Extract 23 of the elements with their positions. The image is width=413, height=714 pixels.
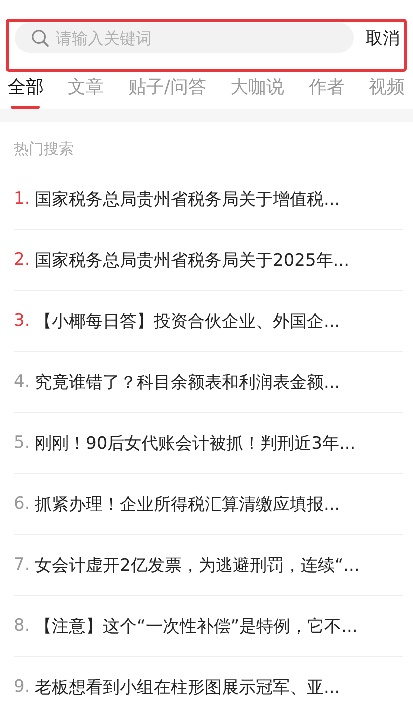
search-suggestion[interactable]: 【小椰每日答】投资合伙企业、外国企... (35, 310, 340, 332)
search-suggestion[interactable]: 【注意】这个“一次性补偿”是特例，它不... (35, 614, 358, 638)
tab[interactable]: 全部 (8, 75, 44, 109)
rank-number: 5. (14, 433, 32, 453)
rank-number: 8. (14, 616, 32, 636)
search-suggestion[interactable]: 女会计虚开2亿发票，为逃避刑罚，连续“... (35, 554, 360, 576)
rank-number: 6. (14, 494, 32, 514)
search-suggestion[interactable]: 刚刚！90后女代账会计被抓！判刑近3年... (35, 432, 356, 454)
rank-number: 3. (14, 311, 32, 331)
rank-number: 2. (14, 250, 32, 270)
search-suggestion[interactable]: 国家税务总局贵州省税务局关于2025年... (35, 248, 350, 272)
section-title: 热门搜索 (14, 139, 75, 160)
search-suggestion[interactable]: 究竟谁错了？科目余额表和利润表金额... (35, 370, 340, 394)
rank-number: 1. (14, 189, 32, 209)
search-field[interactable]: 请输入关键词 (15, 23, 354, 53)
search-suggestion[interactable]: 抓紧办理！企业所得税汇算清缴应填报... (35, 492, 340, 516)
search-suggestion[interactable]: 老板想看到小组在柱形图展示冠军、亚... (35, 676, 340, 698)
rank-number: 7. (14, 555, 32, 575)
search-icon (31, 29, 50, 48)
rank-number: 4. (14, 372, 32, 392)
search-suggestion[interactable]: 国家税务总局贵州省税务局关于增值税... (35, 188, 340, 210)
cancel-button[interactable]: 取消 (354, 23, 400, 50)
rank-number: 9. (14, 677, 32, 697)
